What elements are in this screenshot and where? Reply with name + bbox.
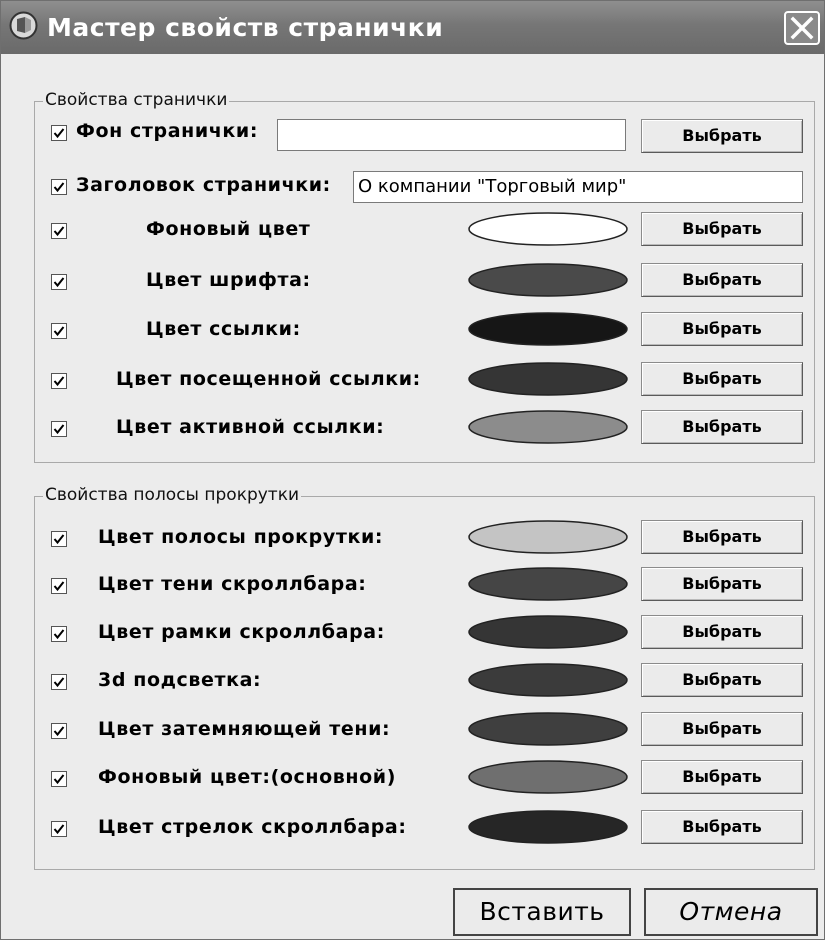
title-bar[interactable]: Мастер свойств странички (1, 1, 824, 54)
color-swatch[interactable] (467, 519, 629, 555)
scrollbar-color-checkbox[interactable] (51, 531, 67, 547)
page-color-choose-button[interactable]: Выбрать (641, 263, 803, 297)
scrollbar-color-choose-button[interactable]: Выбрать (641, 712, 803, 746)
scrollbar-color-label: Цвет тени скроллбара: (98, 573, 367, 595)
scrollbar-color-checkbox[interactable] (51, 771, 67, 787)
page-color-checkbox[interactable] (51, 223, 67, 239)
background-label: Фон странички: (76, 120, 259, 142)
scrollbar-color-label: Цвет рамки скроллбара: (98, 621, 385, 643)
page-color-choose-button[interactable]: Выбрать (641, 312, 803, 346)
properties-wizard-dialog: Мастер свойств странички Свойства страни… (0, 0, 825, 940)
scrollbar-color-choose-button[interactable]: Выбрать (641, 567, 803, 601)
scrollbar-color-checkbox[interactable] (51, 723, 67, 739)
scrollbar-color-choose-button[interactable]: Выбрать (641, 810, 803, 844)
page-color-label: Фоновый цвет (146, 218, 311, 240)
color-swatch[interactable] (467, 262, 629, 298)
color-swatch[interactable] (467, 409, 629, 445)
scrollbar-properties-group-title: Свойства полосы прокрутки (43, 485, 302, 505)
page-color-row: Цвет активной ссылки: Выбрать (1, 407, 824, 447)
background-choose-button[interactable]: Выбрать (641, 119, 803, 153)
color-swatch[interactable] (467, 759, 629, 795)
scrollbar-color-choose-button[interactable]: Выбрать (641, 615, 803, 649)
page-color-label: Цвет шрифта: (146, 269, 311, 291)
page-properties-group-title: Свойства странички (43, 90, 230, 110)
page-color-label: Цвет активной ссылки: (116, 416, 385, 438)
page-color-choose-button[interactable]: Выбрать (641, 410, 803, 444)
check-icon (53, 128, 65, 139)
color-swatch[interactable] (467, 361, 629, 397)
page-color-checkbox[interactable] (51, 274, 67, 290)
scrollbar-color-row: Цвет рамки скроллбара: Выбрать (1, 612, 824, 652)
check-icon (53, 376, 65, 387)
color-swatch[interactable] (467, 566, 629, 602)
check-icon (53, 534, 65, 545)
page-color-choose-button[interactable]: Выбрать (641, 212, 803, 246)
scrollbar-color-label: Цвет затемняющей тени: (98, 718, 391, 740)
scrollbar-color-checkbox[interactable] (51, 674, 67, 690)
page-color-checkbox[interactable] (51, 373, 67, 389)
check-icon (53, 726, 65, 737)
page-color-row: Цвет ссылки: Выбрать (1, 309, 824, 349)
page-color-label: Цвет посещенной ссылки: (116, 368, 421, 390)
scrollbar-color-row: Цвет стрелок скроллбара: Выбрать (1, 807, 824, 847)
header-input[interactable]: О компании "Торговый мир" (353, 171, 803, 203)
scrollbar-color-choose-button[interactable]: Выбрать (641, 520, 803, 554)
scrollbar-color-row: Цвет тени скроллбара: Выбрать (1, 564, 824, 604)
window-title: Мастер свойств странички (47, 13, 444, 42)
scrollbar-color-choose-button[interactable]: Выбрать (641, 760, 803, 794)
color-swatch[interactable] (467, 809, 629, 845)
close-icon (790, 16, 814, 40)
page-color-row: Цвет шрифта: Выбрать (1, 260, 824, 300)
cancel-button[interactable]: Отмена (644, 888, 818, 936)
check-icon (53, 824, 65, 835)
check-icon (53, 326, 65, 337)
check-icon (53, 581, 65, 592)
color-swatch[interactable] (467, 662, 629, 698)
check-icon (53, 629, 65, 640)
header-checkbox[interactable] (51, 179, 67, 195)
color-swatch[interactable] (467, 614, 629, 650)
scrollbar-color-checkbox[interactable] (51, 821, 67, 837)
check-icon (53, 677, 65, 688)
scrollbar-color-label: Цвет стрелок скроллбара: (98, 816, 407, 838)
scrollbar-color-label: Цвет полосы прокрутки: (98, 526, 384, 548)
page-color-checkbox[interactable] (51, 323, 67, 339)
check-icon (53, 774, 65, 785)
background-checkbox[interactable] (51, 125, 67, 141)
scrollbar-color-checkbox[interactable] (51, 626, 67, 642)
check-icon (53, 182, 65, 193)
check-icon (53, 277, 65, 288)
scrollbar-color-row: 3d подсветка: Выбрать (1, 660, 824, 700)
scrollbar-color-row: Цвет затемняющей тени: Выбрать (1, 709, 824, 749)
check-icon (53, 226, 65, 237)
page-color-row: Цвет посещенной ссылки: Выбрать (1, 359, 824, 399)
scrollbar-color-checkbox[interactable] (51, 578, 67, 594)
app-icon (9, 11, 38, 40)
scrollbar-color-choose-button[interactable]: Выбрать (641, 663, 803, 697)
scrollbar-color-row: Фоновый цвет:(основной) Выбрать (1, 757, 824, 797)
check-icon (53, 424, 65, 435)
page-color-label: Цвет ссылки: (146, 318, 301, 340)
page-color-row: Фоновый цвет Выбрать (1, 209, 824, 249)
scrollbar-color-label: Фоновый цвет:(основной) (98, 766, 396, 788)
page-color-checkbox[interactable] (51, 421, 67, 437)
page-color-choose-button[interactable]: Выбрать (641, 362, 803, 396)
background-input[interactable] (277, 119, 626, 151)
close-button[interactable] (784, 11, 820, 45)
scrollbar-color-label: 3d подсветка: (98, 669, 262, 691)
color-swatch[interactable] (467, 311, 629, 347)
color-swatch[interactable] (467, 211, 629, 247)
scrollbar-color-row: Цвет полосы прокрутки: Выбрать (1, 517, 824, 557)
insert-button[interactable]: Вставить (453, 888, 631, 936)
color-swatch[interactable] (467, 711, 629, 747)
header-label: Заголовок странички: (76, 174, 331, 196)
